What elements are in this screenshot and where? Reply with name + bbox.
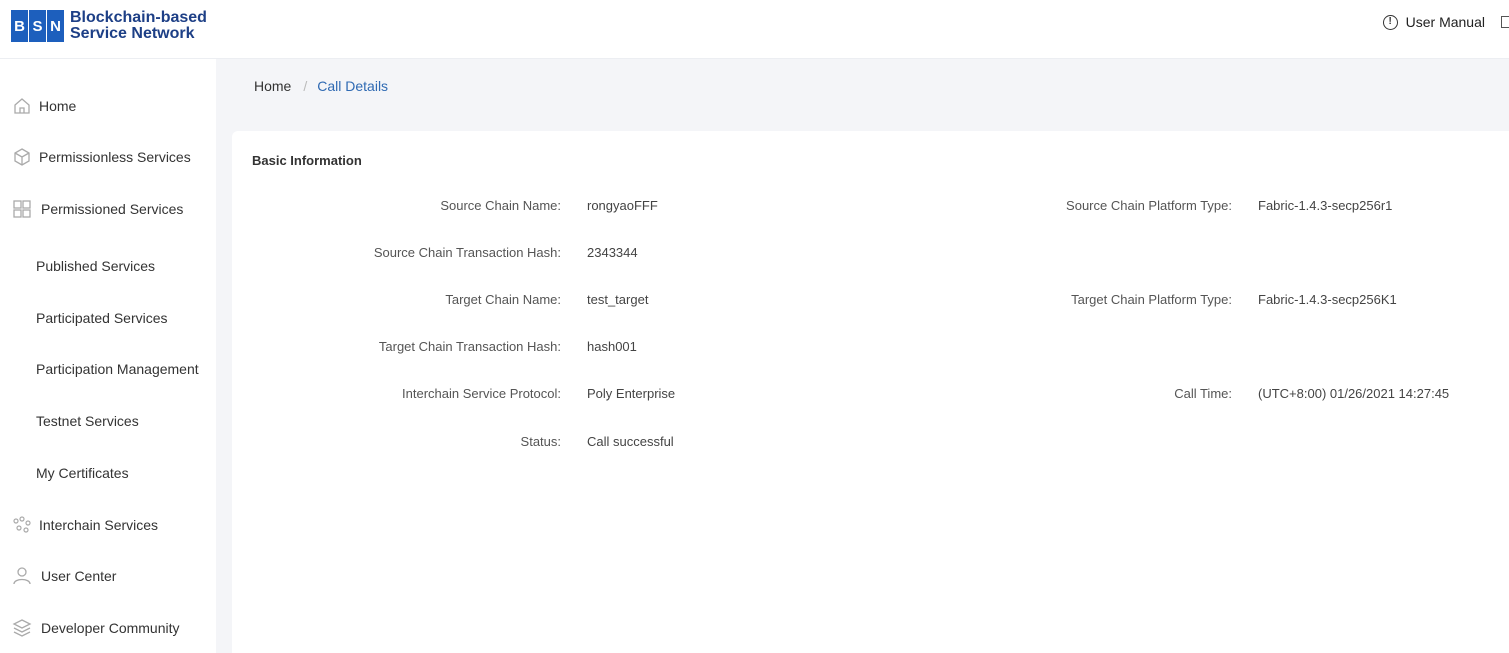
field-value: Call successful xyxy=(587,434,674,449)
field-call-time: Call Time: (UTC+8:00) 01/26/2021 14:27:4… xyxy=(232,385,1509,403)
header-actions: ! User Manual xyxy=(1382,14,1509,30)
field-value: hash001 xyxy=(587,339,637,354)
field-value: 2343344 xyxy=(587,245,638,260)
field-value: (UTC+8:00) 01/26/2021 14:27:45 xyxy=(1258,386,1450,401)
logo-line-2: Service Network xyxy=(70,25,195,42)
info-icon[interactable]: ! xyxy=(1382,14,1398,30)
sidebar-item-label: Published Services xyxy=(36,258,156,274)
user-manual-link[interactable]: User Manual xyxy=(1406,14,1485,30)
sidebar-item-permissionless[interactable]: Permissionless Services xyxy=(0,137,216,177)
breadcrumb-home[interactable]: Home xyxy=(254,78,291,94)
sidebar-item-home[interactable]: Home xyxy=(0,86,216,126)
field-label: Target Chain Platform Type: xyxy=(1071,292,1232,307)
field-status: Status: Call successful xyxy=(232,433,1509,451)
sidebar-item-user-center[interactable]: User Center xyxy=(0,556,216,596)
breadcrumb: Home / Call Details xyxy=(254,78,388,94)
cube-icon xyxy=(14,148,30,166)
breadcrumb-current: Call Details xyxy=(317,78,389,94)
sidebar-item-label: Participated Services xyxy=(36,310,168,326)
layers-icon xyxy=(12,619,32,637)
sidebar-item-label: User Center xyxy=(41,568,117,584)
sidebar-item-permissioned[interactable]: Permissioned Services xyxy=(0,189,216,229)
breadcrumb-separator: / xyxy=(303,78,308,94)
basic-information-card: Basic Information Source Chain Name: ron… xyxy=(232,131,1509,653)
field-value: Fabric-1.4.3-secp256K1 xyxy=(1258,292,1397,307)
home-icon xyxy=(14,98,30,114)
field-label: Source Chain Transaction Hash: xyxy=(373,245,561,260)
field-label: Status: xyxy=(520,434,561,449)
field-target-platform-type: Target Chain Platform Type: Fabric-1.4.3… xyxy=(232,291,1509,309)
top-header: B S N Blockchain-based Service Network !… xyxy=(0,0,1509,59)
sidebar-item-label: Participation Management xyxy=(36,361,199,377)
sidebar-item-participated-services[interactable]: Participated Services xyxy=(0,298,216,338)
field-value: Fabric-1.4.3-secp256r1 xyxy=(1258,198,1393,213)
sidebar-item-label: Home xyxy=(39,98,77,114)
logo-letter-b: B xyxy=(11,10,28,42)
field-source-tx-hash: Source Chain Transaction Hash: 2343344 xyxy=(232,244,1509,262)
main-content: Home / Call Details Basic Information So… xyxy=(216,59,1509,653)
logo-letter-s: S xyxy=(29,10,46,42)
sidebar-item-label: My Certificates xyxy=(36,465,129,481)
sidebar-item-label: Interchain Services xyxy=(39,517,159,533)
field-source-platform-type: Source Chain Platform Type: Fabric-1.4.3… xyxy=(232,197,1509,215)
bsn-logo[interactable]: B S N Blockchain-based Service Network xyxy=(11,10,207,42)
sidebar-item-label: Permissioned Services xyxy=(41,201,184,217)
sidebar-item-interchain[interactable]: Interchain Services xyxy=(0,505,216,545)
user-icon xyxy=(13,567,31,585)
sidebar-item-label: Permissionless Services xyxy=(39,149,191,165)
document-icon[interactable] xyxy=(1501,16,1509,28)
logo-line-1: Blockchain-based xyxy=(70,9,207,26)
sidebar-item-label: Developer Community xyxy=(41,620,180,636)
sidebar-item-my-certificates[interactable]: My Certificates xyxy=(0,453,216,493)
logo-text: Blockchain-based Service Network xyxy=(70,10,207,42)
sidebar-item-label: Testnet Services xyxy=(36,413,139,429)
sidebar-item-published-services[interactable]: Published Services xyxy=(0,246,216,286)
logo-letter-n: N xyxy=(47,10,64,42)
sidebar-item-participation-management[interactable]: Participation Management xyxy=(0,349,216,389)
field-target-tx-hash: Target Chain Transaction Hash: hash001 xyxy=(232,338,1509,356)
interchain-icon xyxy=(13,516,31,533)
field-label: Source Chain Platform Type: xyxy=(1066,198,1232,213)
sidebar-item-testnet-services[interactable]: Testnet Services xyxy=(0,401,216,441)
card-title: Basic Information xyxy=(252,153,362,168)
sidebar: Home Permissionless Services Permissione… xyxy=(0,59,216,653)
sidebar-item-developer-community[interactable]: Developer Community xyxy=(0,608,216,648)
grid-icon xyxy=(13,200,31,218)
field-label: Call Time: xyxy=(1174,386,1232,401)
field-label: Target Chain Transaction Hash: xyxy=(378,339,561,354)
